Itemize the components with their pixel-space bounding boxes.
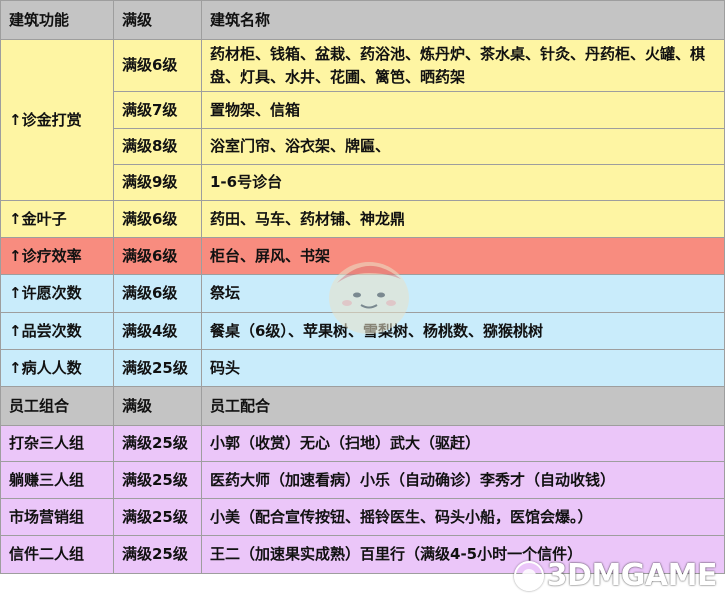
- header-building-name: 建筑名称: [201, 0, 725, 40]
- level-cell: 满级6级: [113, 39, 202, 92]
- table-row: ↑诊金打赏 满级6级 药材柜、钱箱、盆栽、药浴池、炼丹炉、茶水桌、针灸、丹药柜、…: [0, 39, 725, 201]
- table-row: 市场营销组 满级25级 小美（配合宣传按钮、摇铃医生、码头小船，医馆会爆。）: [0, 498, 725, 536]
- function-cell: ↑许愿次数: [0, 274, 114, 313]
- staff-config-cell: 小美（配合宣传按钮、摇铃医生、码头小船，医馆会爆。）: [201, 498, 725, 536]
- table-row: 信件二人组 满级25级 王二（加速果实成熟）百里行（满级4-5小时一个信件）: [0, 535, 725, 574]
- staff-config-cell: 王二（加速果实成熟）百里行（满级4-5小时一个信件）: [201, 535, 725, 574]
- header-staff-config: 员工配合: [201, 386, 725, 426]
- table-row: ↑许愿次数 满级6级 祭坛: [0, 274, 725, 313]
- staff-level-cell: 满级25级: [113, 498, 202, 536]
- header-level: 满级: [113, 0, 202, 40]
- staff-config-cell: 小郭（收赏）无心（扫地）武大（驱赶）: [201, 425, 725, 462]
- table-row: ↑诊疗效率 满级6级 柜台、屏风、书架: [0, 237, 725, 275]
- staff-group-cell: 躺赚三人组: [0, 461, 114, 499]
- buildings-cell: 浴室门帘、浴衣架、牌匾、: [201, 128, 725, 165]
- building-header-row: 建筑功能 满级 建筑名称: [0, 0, 725, 40]
- table-row: ↑病人人数 满级25级 码头: [0, 349, 725, 387]
- function-cell: ↑诊疗效率: [0, 237, 114, 275]
- staff-config-cell: 医药大师（加速看病）小乐（自动确诊）李秀才（自动收钱）: [201, 461, 725, 499]
- level-cell: 满级6级: [113, 237, 202, 275]
- function-cell: ↑诊金打赏: [0, 39, 114, 201]
- table-row: ↑金叶子 满级6级 药田、马车、药材铺、神龙鼎: [0, 200, 725, 238]
- staff-level-cell: 满级25级: [113, 461, 202, 499]
- buildings-cell: 柜台、屏风、书架: [201, 237, 725, 275]
- function-cell: ↑品尝次数: [0, 312, 114, 350]
- header-staff-group: 员工组合: [0, 386, 114, 426]
- header-function: 建筑功能: [0, 0, 114, 40]
- buildings-cell: 药材柜、钱箱、盆栽、药浴池、炼丹炉、茶水桌、针灸、丹药柜、火罐、棋盘、灯具、水井…: [201, 39, 725, 92]
- level-cell: 满级8级: [113, 128, 202, 165]
- building-staff-table: 建筑功能 满级 建筑名称 ↑诊金打赏 满级6级 药材柜、钱箱、盆栽、药浴池、炼丹…: [0, 0, 725, 574]
- buildings-cell: 1-6号诊台: [201, 164, 725, 201]
- buildings-cell: 药田、马车、药材铺、神龙鼎: [201, 200, 725, 238]
- function-cell: ↑金叶子: [0, 200, 114, 238]
- level-cell: 满级6级: [113, 274, 202, 313]
- header-staff-level: 满级: [113, 386, 202, 426]
- table-row: 打杂三人组 满级25级 小郭（收赏）无心（扫地）武大（驱赶）: [0, 425, 725, 462]
- level-cell: 满级7级: [113, 91, 202, 129]
- table-row: ↑品尝次数 满级4级 餐桌（6级）、苹果树、雪梨树、杨桃数、猕猴桃树: [0, 312, 725, 350]
- staff-level-cell: 满级25级: [113, 425, 202, 462]
- staff-group-cell: 市场营销组: [0, 498, 114, 536]
- buildings-cell: 置物架、信箱: [201, 91, 725, 129]
- staff-group-cell: 信件二人组: [0, 535, 114, 574]
- function-cell: ↑病人人数: [0, 349, 114, 387]
- level-cell: 满级4级: [113, 312, 202, 350]
- staff-group-cell: 打杂三人组: [0, 425, 114, 462]
- staff-level-cell: 满级25级: [113, 535, 202, 574]
- buildings-cell: 餐桌（6级）、苹果树、雪梨树、杨桃数、猕猴桃树: [201, 312, 725, 350]
- buildings-cell: 祭坛: [201, 274, 725, 313]
- level-cell: 满级9级: [113, 164, 202, 201]
- level-cell: 满级25级: [113, 349, 202, 387]
- table-row: 躺赚三人组 满级25级 医药大师（加速看病）小乐（自动确诊）李秀才（自动收钱）: [0, 461, 725, 499]
- staff-header-row: 员工组合 满级 员工配合: [0, 386, 725, 426]
- buildings-cell: 码头: [201, 349, 725, 387]
- level-cell: 满级6级: [113, 200, 202, 238]
